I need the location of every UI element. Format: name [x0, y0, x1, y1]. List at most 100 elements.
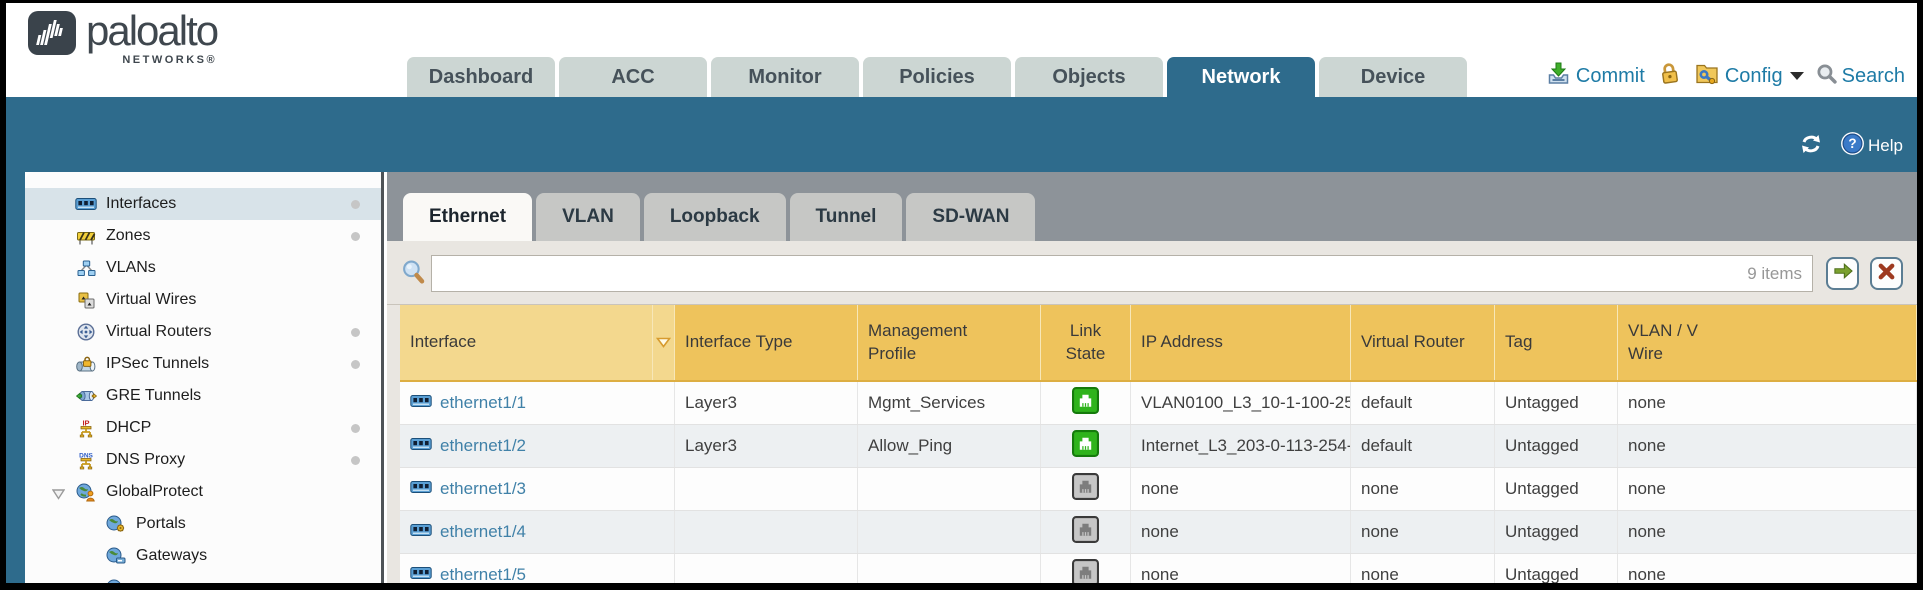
sidebar-item-globalprotect[interactable]: GlobalProtect	[25, 476, 381, 508]
column-menu-button[interactable]	[653, 305, 675, 380]
cell-management-profile	[858, 511, 1041, 553]
main-content: Ethernet VLAN Loopback Tunnel SD-WAN 9 i…	[387, 172, 1917, 583]
sidebar-item-zones[interactable]: Zones	[25, 220, 381, 252]
item-dot	[351, 328, 360, 337]
table-header-row: Interface Interface Type Management Prof…	[400, 305, 1917, 382]
virtual-wires-icon	[75, 291, 97, 309]
svg-text:?: ?	[1848, 136, 1856, 151]
sidebar-item-virtual-wires[interactable]: Virtual Wires	[25, 284, 381, 316]
search-icon	[1816, 63, 1837, 90]
sidebar-item-dns-proxy[interactable]: DNS DNS Proxy	[25, 444, 381, 476]
item-dot	[351, 424, 360, 433]
left-rail	[6, 172, 25, 583]
cell-ip-address: Internet_L3_203-0-113-254--24	[1131, 425, 1351, 467]
cell-vlan-wire: none	[1618, 382, 1917, 424]
collapse-triangle-icon[interactable]	[52, 487, 65, 505]
table-row[interactable]: ethernet1/2 Layer3 Allow_Ping Internet_L…	[400, 425, 1917, 468]
column-header-ip-address[interactable]: IP Address	[1131, 305, 1351, 380]
cell-link-state	[1041, 511, 1131, 553]
globe-icon	[105, 579, 127, 583]
column-header-virtual-router[interactable]: Virtual Router	[1351, 305, 1495, 380]
sidebar-item-gateways[interactable]: Gateways	[25, 540, 381, 572]
table-row[interactable]: ethernet1/3 none none Untagged none	[400, 468, 1917, 511]
item-dot	[351, 200, 360, 209]
sidebar-item-dhcp[interactable]: IP DHCP	[25, 412, 381, 444]
cell-management-profile: Allow_Ping	[858, 425, 1041, 467]
tab-device[interactable]: Device	[1319, 57, 1467, 97]
sidebar-item-clipped[interactable]	[25, 572, 381, 583]
tab-monitor[interactable]: Monitor	[711, 57, 859, 97]
interface-link[interactable]: ethernet1/1	[440, 393, 526, 413]
tab-policies[interactable]: Policies	[863, 57, 1011, 97]
sidebar-item-portals[interactable]: Portals	[25, 508, 381, 540]
cell-vlan-wire: none	[1618, 554, 1917, 583]
interface-link[interactable]: ethernet1/3	[440, 479, 526, 499]
interface-link[interactable]: ethernet1/2	[440, 436, 526, 456]
column-header-interface[interactable]: Interface	[400, 305, 653, 380]
column-header-interface-type[interactable]: Interface Type	[675, 305, 858, 380]
gre-tunnels-icon	[75, 387, 97, 405]
sidebar-item-virtual-routers[interactable]: Virtual Routers	[25, 316, 381, 348]
sidebar-item-ipsec-tunnels[interactable]: IPSec Tunnels	[25, 348, 381, 380]
search-action[interactable]: Search	[1816, 63, 1905, 90]
sidebar-nav: Interfaces Zones VLANs Virtual Wires	[25, 172, 384, 583]
link-down-icon	[1072, 516, 1099, 548]
clear-filter-button[interactable]	[1870, 257, 1903, 290]
sidebar-item-interfaces[interactable]: Interfaces	[25, 188, 381, 220]
filter-input[interactable]: 9 items	[431, 255, 1813, 292]
tab-objects[interactable]: Objects	[1015, 57, 1163, 97]
apply-filter-button[interactable]	[1826, 257, 1859, 290]
refresh-icon[interactable]	[1799, 133, 1823, 160]
help-button[interactable]: ? Help	[1841, 132, 1903, 160]
tab-network[interactable]: Network	[1167, 57, 1315, 97]
vlans-icon	[75, 259, 97, 277]
interfaces-icon	[75, 195, 97, 213]
commit-button[interactable]: Commit	[1546, 61, 1645, 91]
column-header-vlan-wire[interactable]: VLAN / V Wire	[1618, 305, 1917, 380]
table-row[interactable]: ethernet1/5 none none Untagged none	[400, 554, 1917, 583]
cell-link-state	[1041, 554, 1131, 583]
cell-interface: ethernet1/3	[400, 468, 675, 510]
green-arrow-icon	[1832, 262, 1854, 285]
cell-virtual-router: default	[1351, 382, 1495, 424]
cell-tag: Untagged	[1495, 554, 1618, 583]
virtual-routers-icon	[75, 323, 97, 341]
utility-bar: ? Help	[6, 97, 1917, 172]
interface-link[interactable]: ethernet1/5	[440, 565, 526, 583]
tab-vlan[interactable]: VLAN	[536, 193, 640, 241]
cell-ip-address: none	[1131, 554, 1351, 583]
portals-icon	[105, 515, 127, 533]
column-header-link-state[interactable]: Link State	[1041, 305, 1131, 380]
cell-virtual-router: none	[1351, 468, 1495, 510]
cell-tag: Untagged	[1495, 382, 1618, 424]
table-row[interactable]: ethernet1/1 Layer3 Mgmt_Services VLAN010…	[400, 382, 1917, 425]
interface-icon	[410, 479, 432, 499]
tab-loopback[interactable]: Loopback	[644, 193, 786, 241]
tab-sdwan[interactable]: SD-WAN	[906, 193, 1035, 241]
sidebar-item-vlans[interactable]: VLANs	[25, 252, 381, 284]
ipsec-tunnels-icon	[75, 355, 97, 373]
filter-toolbar: 9 items	[387, 241, 1917, 305]
config-dropdown[interactable]: Config	[1694, 61, 1804, 91]
cell-interface-type: Layer3	[675, 425, 858, 467]
tab-ethernet[interactable]: Ethernet	[403, 193, 532, 241]
gateways-icon	[105, 547, 127, 565]
cell-virtual-router: none	[1351, 511, 1495, 553]
interface-icon	[410, 522, 432, 542]
table-row[interactable]: ethernet1/4 none none Untagged none	[400, 511, 1917, 554]
interface-icon	[410, 436, 432, 456]
tab-tunnel[interactable]: Tunnel	[790, 193, 903, 241]
tab-acc[interactable]: ACC	[559, 57, 707, 97]
cell-tag: Untagged	[1495, 468, 1618, 510]
cell-virtual-router: none	[1351, 554, 1495, 583]
column-header-management-profile[interactable]: Management Profile	[858, 305, 1041, 380]
tab-dashboard[interactable]: Dashboard	[407, 57, 555, 97]
interface-link[interactable]: ethernet1/4	[440, 522, 526, 542]
cell-link-state	[1041, 425, 1131, 467]
sidebar-item-gre-tunnels[interactable]: GRE Tunnels	[25, 380, 381, 412]
cell-interface: ethernet1/2	[400, 425, 675, 467]
lock-icon[interactable]	[1657, 61, 1682, 92]
cell-virtual-router: default	[1351, 425, 1495, 467]
link-up-icon	[1072, 430, 1099, 462]
column-header-tag[interactable]: Tag	[1495, 305, 1618, 380]
